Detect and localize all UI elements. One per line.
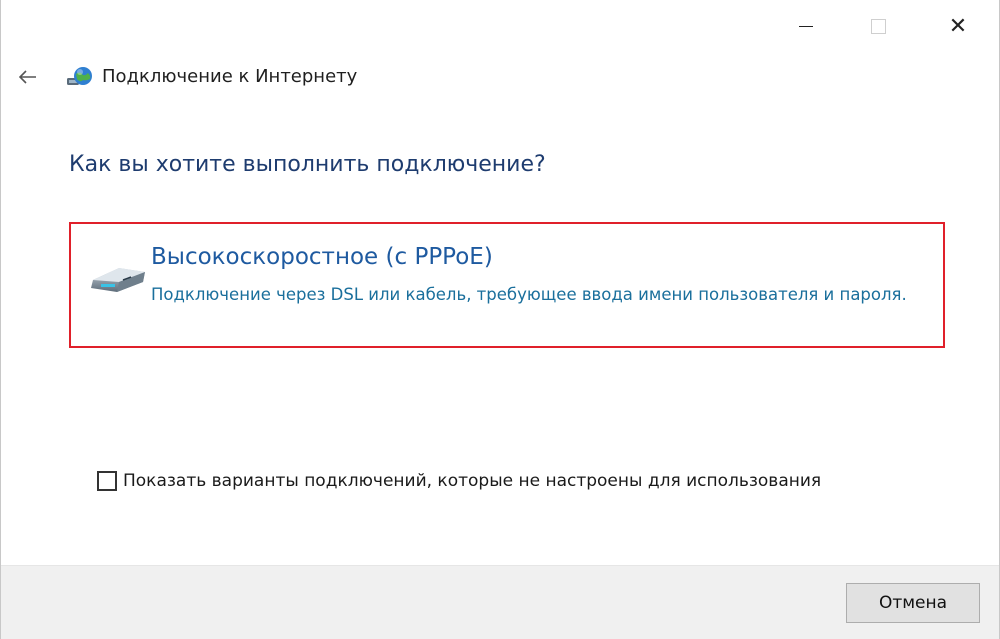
window-title: Подключение к Интернету	[102, 66, 358, 87]
dialog-footer: Отмена	[1, 565, 999, 639]
option-title: Высокоскоростное (с PPPoE)	[151, 244, 493, 270]
minimize-icon	[799, 25, 813, 27]
close-button[interactable]: ✕	[935, 0, 981, 52]
maximize-icon	[870, 18, 886, 34]
option-description: Подключение через DSL или кабель, требую…	[151, 285, 907, 304]
cancel-button[interactable]: Отмена	[846, 583, 980, 623]
page-heading: Как вы хотите выполнить подключение?	[69, 152, 546, 177]
close-icon: ✕	[948, 13, 968, 39]
broadband-modem-icon	[91, 268, 145, 292]
globe-network-icon	[67, 67, 92, 85]
back-button[interactable]	[13, 62, 43, 92]
maximize-button	[855, 0, 901, 52]
navigation-row: Подключение к Интернету	[1, 56, 999, 96]
option-pppoe[interactable]: Высокоскоростное (с PPPoE) Подключение ч…	[69, 222, 945, 348]
show-all-options-checkbox[interactable]	[97, 471, 117, 491]
minimize-button[interactable]	[783, 0, 829, 52]
title-bar: ✕	[1, 0, 999, 52]
show-all-options-label[interactable]: Показать варианты подключений, которые н…	[123, 471, 821, 491]
connection-wizard-window: ✕ Подключение к Интернету Как вы хотите …	[0, 0, 1000, 639]
show-all-options-row[interactable]: Показать варианты подключений, которые н…	[97, 468, 821, 494]
back-arrow-icon	[19, 70, 36, 84]
